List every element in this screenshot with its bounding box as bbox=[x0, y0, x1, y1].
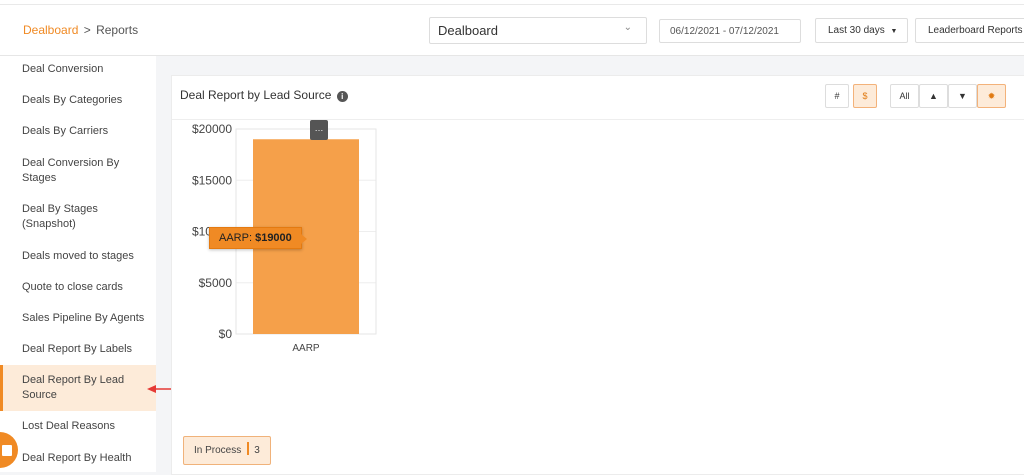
board-select[interactable]: Dealboard ⌄ bbox=[429, 17, 647, 44]
y-tick-label: $15000 bbox=[192, 173, 232, 187]
breadcrumb: Dealboard > Reports bbox=[23, 23, 138, 37]
sidebar-item-deal-by-stages-snapshot[interactable]: Deal By Stages (Snapshot) bbox=[0, 202, 110, 232]
count-toggle-button[interactable]: # bbox=[825, 84, 849, 108]
all-filter-button[interactable]: All bbox=[890, 84, 919, 108]
breadcrumb-separator: > bbox=[83, 23, 91, 37]
info-icon[interactable]: i bbox=[336, 91, 348, 102]
tooltip-label: AARP: bbox=[219, 232, 253, 244]
sidebar-item-deal-report-by-health[interactable]: Deal Report By Health bbox=[0, 451, 156, 466]
breadcrumb-home-link[interactable]: Dealboard bbox=[23, 23, 78, 37]
tooltip-value: $19000 bbox=[255, 232, 292, 244]
sidebar-item-deal-report-by-lead-source[interactable]: Deal Report By Lead Source bbox=[0, 365, 156, 411]
range-preset-dropdown[interactable]: Last 30 days ▼ bbox=[815, 18, 908, 43]
chat-icon bbox=[2, 445, 12, 456]
status-badge[interactable]: In Process 3 bbox=[183, 436, 271, 465]
chevron-down-icon: ⌄ bbox=[623, 22, 632, 33]
y-tick-label: $5000 bbox=[199, 276, 233, 290]
status-divider bbox=[247, 442, 250, 455]
sidebar-item-deal-report-by-labels[interactable]: Deal Report By Labels bbox=[0, 342, 156, 357]
leaderboard-reports-button[interactable]: Leaderboard Reports bbox=[915, 18, 1024, 43]
date-range-input[interactable]: 06/12/2021 - 07/12/2021 bbox=[659, 19, 801, 43]
sidebar-item-quote-to-close-cards[interactable]: Quote to close cards bbox=[0, 280, 156, 295]
top-bar: Dealboard > Reports Dealboard ⌄ 06/12/20… bbox=[0, 0, 1024, 56]
sidebar-item-deals-by-categories[interactable]: Deals By Categories bbox=[0, 93, 156, 108]
loading-spinner-icon[interactable]: ✹ bbox=[977, 84, 1006, 108]
sidebar-item-deals-moved-to-stages[interactable]: Deals moved to stages bbox=[0, 249, 156, 264]
y-tick-label: $20000 bbox=[192, 122, 232, 136]
thumbs-up-icon[interactable]: ▲ bbox=[919, 84, 948, 108]
top-divider bbox=[0, 4, 1024, 5]
sidebar-item-deal-conversion[interactable]: Deal Conversion bbox=[0, 62, 156, 77]
range-preset-label: Last 30 days bbox=[828, 25, 885, 36]
y-tick-label: $0 bbox=[219, 327, 233, 341]
reports-sidebar: Deal Conversion Deals By Categories Deal… bbox=[0, 56, 156, 472]
panel-title-text: Deal Report by Lead Source bbox=[180, 88, 332, 102]
sidebar-item-deals-by-carriers[interactable]: Deals By Carriers bbox=[0, 124, 156, 139]
sidebar-item-lost-deal-reasons[interactable]: Lost Deal Reasons bbox=[0, 419, 156, 434]
panel-header: Deal Report by Lead Source i # $ All ▲ ▼… bbox=[172, 76, 1024, 120]
thumbs-down-icon[interactable]: ▼ bbox=[948, 84, 977, 108]
x-tick-label: AARP bbox=[292, 343, 320, 354]
sidebar-item-sales-pipeline-by-agents[interactable]: Sales Pipeline By Agents bbox=[0, 311, 160, 326]
breadcrumb-current: Reports bbox=[96, 23, 139, 37]
amount-toggle-button[interactable]: $ bbox=[853, 84, 877, 108]
chart-menu-button[interactable]: … bbox=[310, 120, 328, 140]
caret-down-icon: ▼ bbox=[890, 28, 898, 35]
sidebar-item-deal-conversion-by-stages[interactable]: Deal Conversion By Stages bbox=[0, 156, 130, 186]
x-axis: AARP bbox=[292, 343, 320, 354]
status-label: In Process bbox=[194, 445, 242, 456]
board-select-value: Dealboard bbox=[438, 23, 498, 38]
status-count: 3 bbox=[254, 445, 260, 456]
panel-title: Deal Report by Lead Source i bbox=[180, 88, 348, 102]
chart-tooltip: AARP: $19000 bbox=[209, 227, 307, 249]
